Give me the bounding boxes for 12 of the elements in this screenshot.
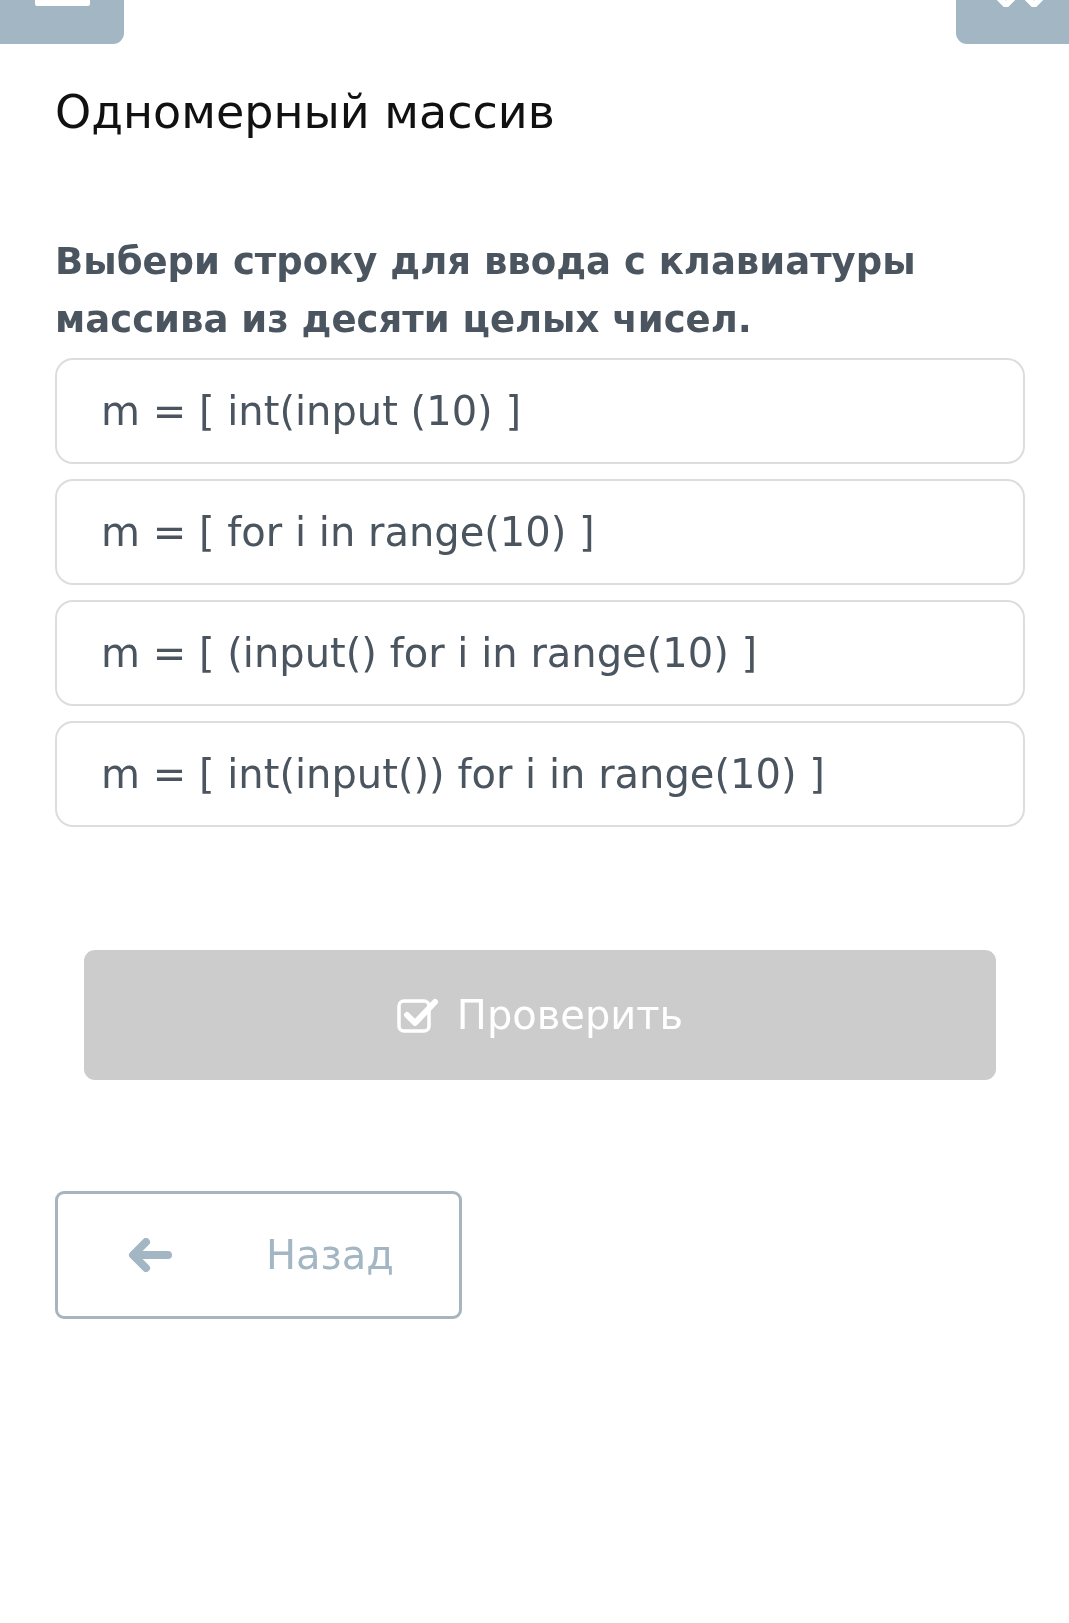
- chevron-icon: [995, 0, 1045, 7]
- page-title: Одномерный массив: [55, 84, 556, 141]
- question-text: Выбери строку для ввода с клавиатуры массива из десяти целых чисел.: [55, 239, 917, 343]
- answer-option[interactable]: m = [ int(input (10) ]: [55, 358, 1025, 464]
- answer-option[interactable]: m = [ (input() for i in range(10) ]: [55, 600, 1025, 706]
- answer-option[interactable]: m = [ for i in range(10) ]: [55, 479, 1025, 585]
- nav-button[interactable]: [956, 0, 1069, 44]
- menu-button[interactable]: [0, 0, 124, 44]
- answer-option[interactable]: m = [ int(input()) for i in range(10) ]: [55, 721, 1025, 827]
- checkbox-icon: [396, 997, 441, 1033]
- bar-icon: [35, 0, 90, 6]
- arrow-left-icon: [128, 1238, 172, 1272]
